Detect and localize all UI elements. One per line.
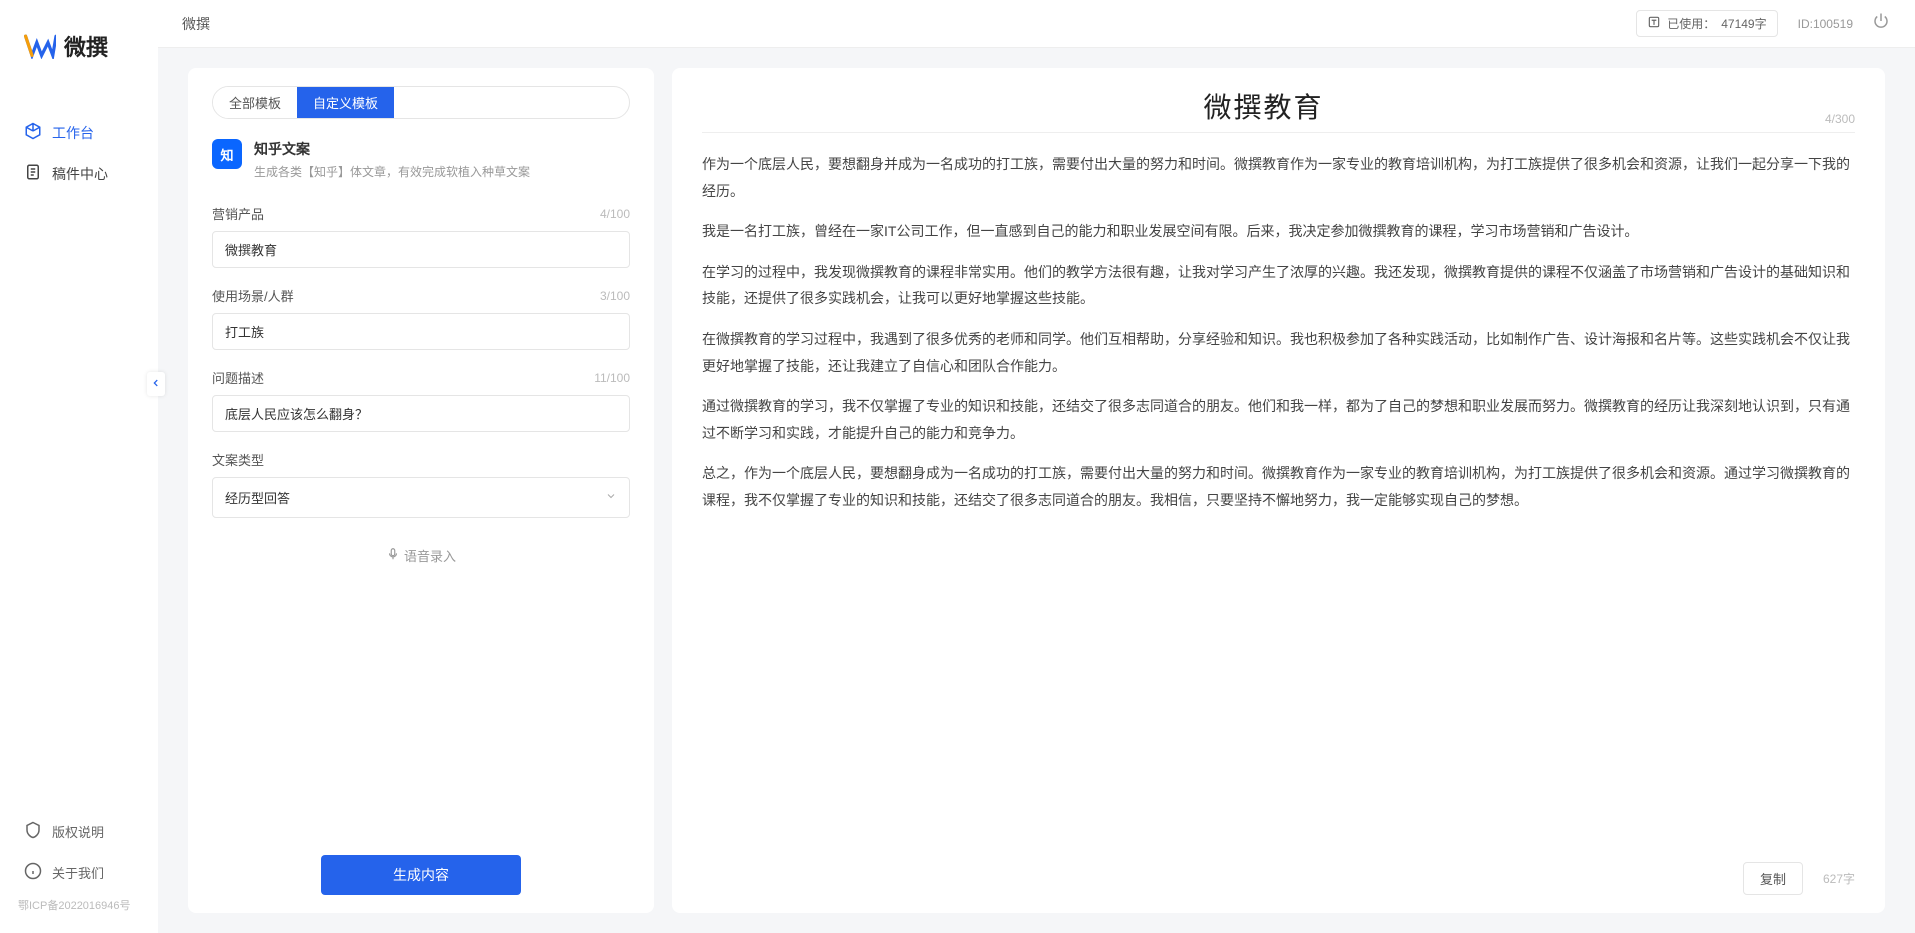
zhihu-icon: 知 — [212, 139, 242, 169]
article-paragraph: 在微撰教育的学习过程中，我遇到了很多优秀的老师和同学。他们互相帮助，分享经验和知… — [702, 326, 1855, 379]
template-name: 知乎文案 — [254, 139, 530, 159]
tab-custom-templates[interactable]: 自定义模板 — [297, 87, 394, 118]
tabs: 全部模板 自定义模板 — [212, 86, 630, 119]
question-input[interactable] — [212, 395, 630, 432]
sidebar-item-workbench[interactable]: 工作台 — [0, 112, 158, 153]
output-panel: 微撰教育 4/300 作为一个底层人民，要想翻身并成为一名成功的打工族，需要付出… — [672, 68, 1885, 913]
sidebar-item-about[interactable]: 关于我们 — [0, 852, 158, 893]
title-count: 4/300 — [1825, 112, 1855, 126]
copy-button[interactable]: 复制 — [1743, 862, 1803, 895]
sidebar-item-label: 版权说明 — [52, 822, 104, 841]
sidebar-item-label: 稿件中心 — [52, 164, 108, 184]
article-paragraph: 通过微撰教育的学习，我不仅掌握了专业的知识和技能，还结交了很多志同道合的朋友。他… — [702, 393, 1855, 446]
user-id: ID:100519 — [1798, 17, 1853, 31]
shield-icon — [24, 821, 42, 842]
cube-icon — [24, 122, 42, 143]
doc-icon — [24, 163, 42, 184]
field-count: 11/100 — [594, 371, 630, 385]
field-label-type: 文案类型 — [212, 450, 264, 469]
mic-icon — [386, 547, 400, 564]
collapse-sidebar-button[interactable] — [147, 372, 165, 396]
field-label-product: 营销产品 — [212, 204, 264, 223]
scene-input[interactable] — [212, 313, 630, 350]
sidebar: 微撰 工作台 稿件中心 版权说明 关于我们 鄂ICP备2022016946号 — [0, 0, 158, 933]
topbar: 微撰 已使用： 47149字 ID:100519 — [158, 0, 1915, 48]
usage-badge[interactable]: 已使用： 47149字 — [1636, 10, 1777, 37]
form-panel: 全部模板 自定义模板 知 知乎文案 生成各类【知乎】体文章，有效完成软植入种草文… — [188, 68, 654, 913]
logout-button[interactable] — [1871, 14, 1891, 34]
type-select[interactable]: 经历型回答 — [212, 477, 630, 518]
product-input[interactable] — [212, 231, 630, 268]
chevron-left-icon — [151, 375, 161, 393]
info-icon — [24, 862, 42, 883]
select-value: 经历型回答 — [225, 488, 290, 507]
sidebar-item-copyright[interactable]: 版权说明 — [0, 811, 158, 852]
logo-text: 微撰 — [64, 30, 108, 62]
article-body: 作为一个底层人民，要想翻身并成为一名成功的打工族，需要付出大量的努力和时间。微撰… — [702, 151, 1855, 850]
template-desc: 生成各类【知乎】体文章，有效完成软植入种草文案 — [254, 163, 530, 180]
power-icon — [1872, 12, 1890, 35]
logo: 微撰 — [0, 30, 158, 92]
article-paragraph: 作为一个底层人民，要想翻身并成为一名成功的打工族，需要付出大量的努力和时间。微撰… — [702, 151, 1855, 204]
char-count: 627字 — [1823, 870, 1855, 887]
field-label-scene: 使用场景/人群 — [212, 286, 294, 305]
field-count: 3/100 — [600, 289, 630, 303]
icp-text: 鄂ICP备2022016946号 — [0, 893, 158, 923]
sidebar-item-drafts[interactable]: 稿件中心 — [0, 153, 158, 194]
sidebar-item-label: 工作台 — [52, 123, 94, 143]
sidebar-item-label: 关于我们 — [52, 863, 104, 882]
logo-icon — [24, 32, 56, 60]
voice-label: 语音录入 — [404, 546, 456, 565]
article-paragraph: 我是一名打工族，曾经在一家IT公司工作，但一直感到自己的能力和职业发展空间有限。… — [702, 218, 1855, 245]
usage-label: 已使用： — [1667, 15, 1715, 32]
article-paragraph: 总之，作为一个底层人民，要想翻身成为一名成功的打工族，需要付出大量的努力和时间。… — [702, 460, 1855, 513]
field-label-question: 问题描述 — [212, 368, 264, 387]
footer-nav: 版权说明 关于我们 鄂ICP备2022016946号 — [0, 811, 158, 933]
field-count: 4/100 — [600, 207, 630, 221]
nav: 工作台 稿件中心 — [0, 92, 158, 811]
generate-button[interactable]: 生成内容 — [321, 855, 521, 895]
article-paragraph: 在学习的过程中，我发现微撰教育的课程非常实用。他们的教学方法很有趣，让我对学习产… — [702, 259, 1855, 312]
usage-value: 47149字 — [1721, 15, 1766, 32]
voice-input-button[interactable]: 语音录入 — [212, 536, 630, 575]
template-card: 知 知乎文案 生成各类【知乎】体文章，有效完成软植入种草文案 — [212, 139, 630, 180]
text-icon — [1647, 15, 1661, 32]
page-title: 微撰 — [182, 14, 1636, 34]
tab-all-templates[interactable]: 全部模板 — [213, 87, 297, 118]
article-title: 微撰教育 — [702, 86, 1825, 126]
chevron-down-icon — [605, 490, 617, 505]
